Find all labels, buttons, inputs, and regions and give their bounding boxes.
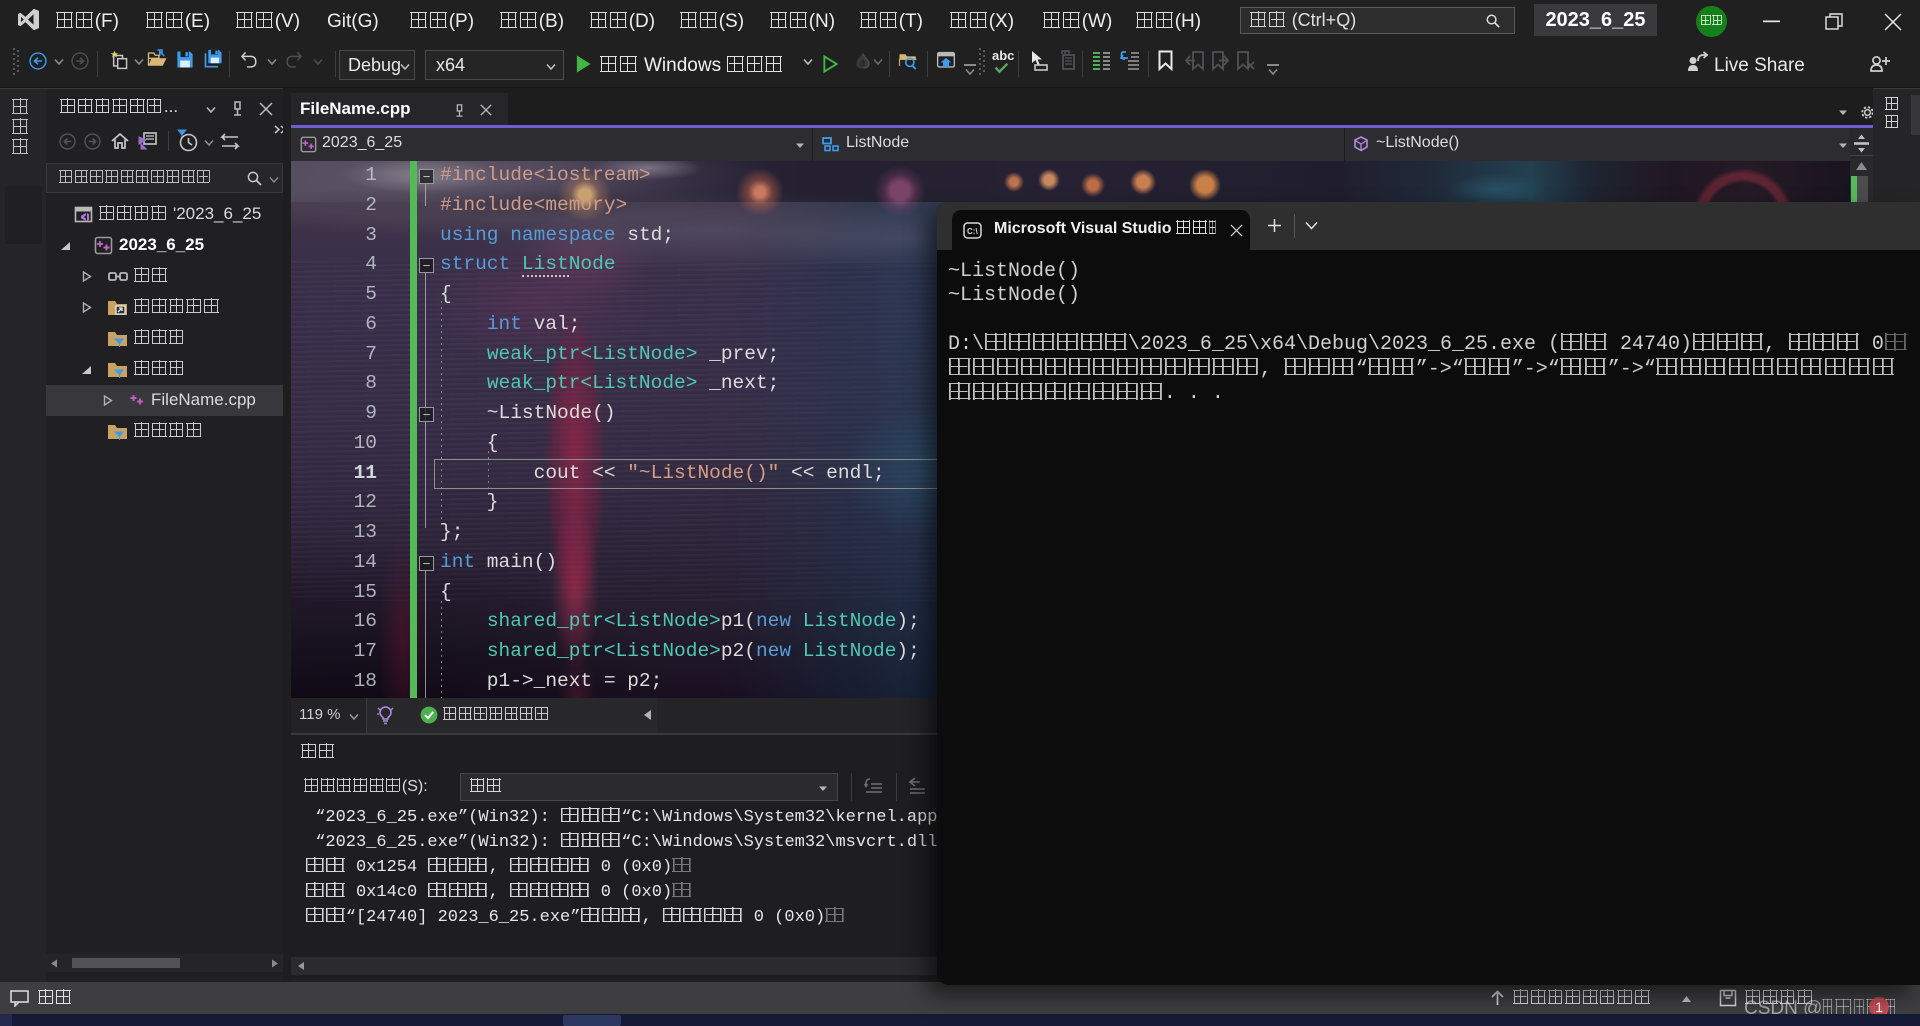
svg-text:C:\: C:\ xyxy=(967,227,978,236)
